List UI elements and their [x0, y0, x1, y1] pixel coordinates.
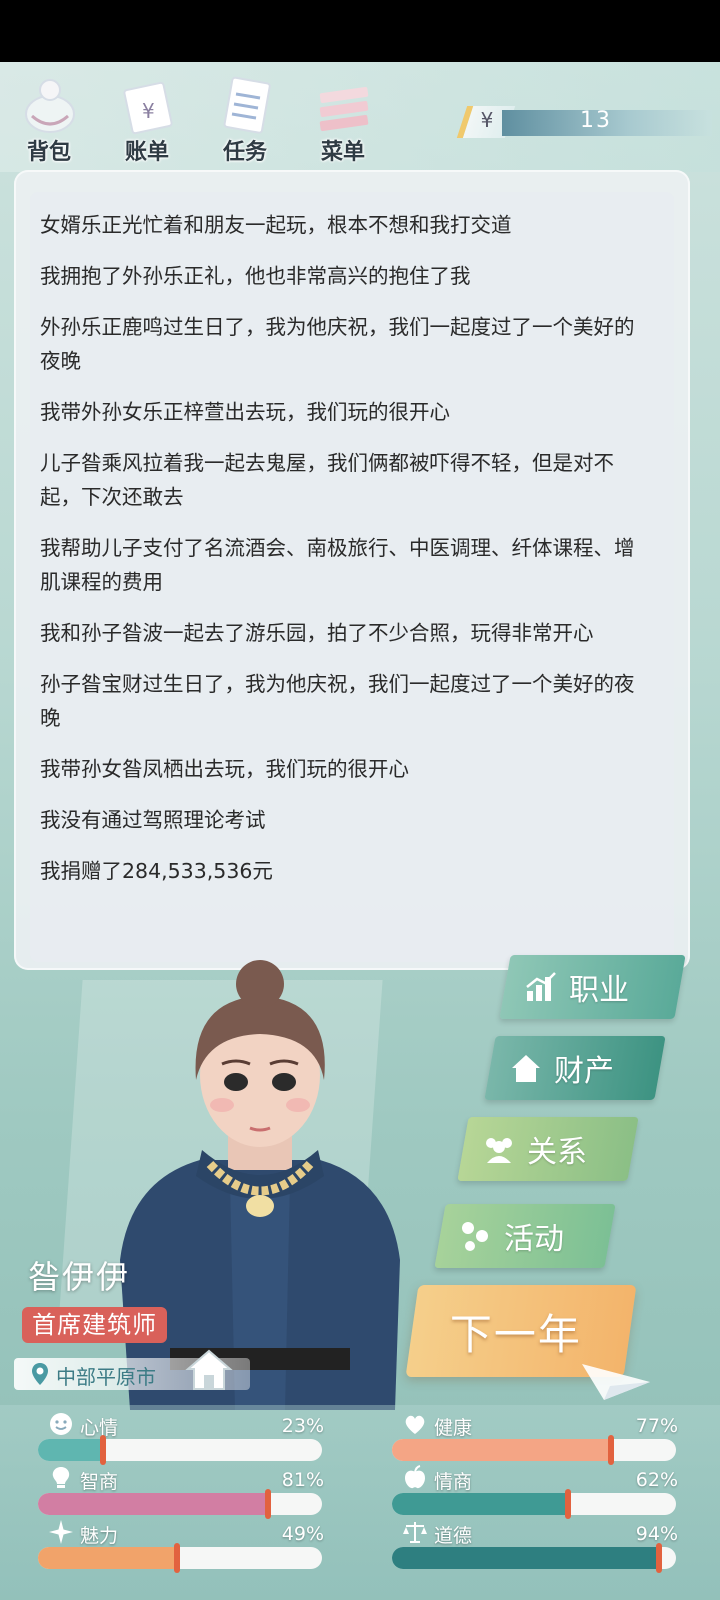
stat-bar-fill — [38, 1439, 104, 1461]
backpack-button[interactable]: 背包 — [4, 68, 94, 168]
relations-label: 关系 — [527, 1135, 587, 1170]
heart-icon — [405, 1415, 425, 1434]
stat-eq: 情商 62% — [392, 1465, 682, 1519]
backpack-label: 背包 — [26, 140, 71, 165]
bill-icon: ¥ — [123, 81, 173, 135]
scales-icon — [403, 1522, 427, 1543]
career-label: 职业 — [569, 973, 629, 1008]
event-log-list: 女婿乐正光忙着和朋友一起玩，根本不想和我打交道 我拥抱了外孙乐正礼，他也非常高兴… — [40, 208, 650, 905]
stat-label: 心情 — [80, 1417, 119, 1439]
log-entry: 我带孙女昝凤栖出去玩，我们玩的很开心 — [40, 757, 409, 781]
stat-value: 77% — [635, 1415, 678, 1437]
stat-bar-fill — [392, 1547, 659, 1569]
stat-bar — [38, 1493, 322, 1515]
chart-icon — [526, 972, 556, 1001]
stat-morality: 道德 94% — [392, 1519, 682, 1573]
activity-button[interactable]: 活动 — [434, 1204, 616, 1268]
stat-bar-marker — [655, 1543, 662, 1573]
stat-bar-fill — [38, 1547, 178, 1569]
location-text: 中部平原市 — [56, 1365, 156, 1389]
menu-label: 菜单 — [320, 140, 365, 165]
stat-bar-marker — [100, 1435, 107, 1465]
stat-bar-fill — [392, 1493, 569, 1515]
stat-health: 健康 77% — [392, 1411, 682, 1465]
backpack-icon — [25, 79, 75, 133]
sparkle-icon — [49, 1520, 73, 1544]
status-bar — [0, 0, 720, 62]
assets-label: 财产 — [554, 1054, 614, 1089]
stat-value: 81% — [281, 1469, 324, 1491]
stat-bar-marker — [607, 1435, 614, 1465]
task-icon — [223, 76, 271, 134]
log-entry: 我捐赠了284,533,536元 — [40, 859, 273, 883]
stat-value: 23% — [281, 1415, 324, 1437]
log-entry: 我和孙子昝波一起去了游乐园，拍了不少合照，玩得非常开心 — [40, 621, 594, 645]
log-entry: 我带外孙女乐正梓萱出去玩，我们玩的很开心 — [40, 400, 450, 424]
career-button[interactable]: 职业 — [499, 955, 686, 1019]
log-entry: 我帮助儿子支付了名流酒会、南极旅行、中医调理、纤体课程、增肌课程的费用 — [40, 536, 635, 594]
bill-label: 账单 — [124, 140, 169, 165]
stat-bar — [392, 1493, 676, 1515]
relations-button[interactable]: 关系 — [457, 1117, 639, 1181]
stat-bar — [38, 1439, 322, 1461]
apple-icon — [405, 1465, 425, 1489]
stat-intelligence: 智商 81% — [38, 1465, 328, 1519]
stat-value: 94% — [635, 1523, 678, 1545]
stat-bar-fill — [392, 1439, 611, 1461]
currency-symbol: ¥ — [480, 108, 494, 132]
activity-label: 活动 — [504, 1222, 564, 1257]
log-entry: 我拥抱了外孙乐正礼，他也非常高兴的抱住了我 — [40, 264, 471, 288]
stat-bar-marker — [174, 1543, 181, 1573]
smile-icon — [50, 1413, 72, 1435]
stats-panel: 心情 23% 健康 77% 智商 81% 情商 62% 魅力 49% 道德 94… — [0, 1405, 720, 1600]
house-icon — [512, 1055, 540, 1082]
menu-button[interactable]: 菜单 — [298, 68, 388, 168]
stat-charm: 魅力 49% — [38, 1519, 328, 1573]
stat-bar-marker — [565, 1489, 572, 1519]
stat-bar — [392, 1439, 676, 1461]
stat-label: 情商 — [434, 1471, 473, 1493]
stat-label: 健康 — [434, 1417, 473, 1439]
task-label: 任务 — [222, 140, 267, 165]
stat-value: 49% — [281, 1523, 324, 1545]
next-year-label: 下一年 — [449, 1310, 582, 1359]
top-menu: 背包 ¥ 账单 任务 菜单 ¥ 13 — [0, 62, 720, 172]
money-display: ¥ 13 — [456, 106, 712, 138]
people-icon — [486, 1138, 512, 1163]
stat-label: 道德 — [434, 1525, 473, 1547]
stat-label: 魅力 — [80, 1525, 119, 1547]
stat-bar-fill — [38, 1493, 269, 1515]
log-entry: 儿子昝乘风拉着我一起去鬼屋，我们俩都被吓得不轻，但是对不起，下次还敢去 — [40, 451, 614, 509]
log-entry: 女婿乐正光忙着和朋友一起玩，根本不想和我打交道 — [40, 213, 512, 237]
task-button[interactable]: 任务 — [200, 68, 290, 168]
stat-label: 智商 — [80, 1471, 119, 1493]
paper-plane-icon — [582, 1364, 650, 1400]
bill-button[interactable]: ¥ 账单 — [102, 68, 192, 168]
log-entry: 孙子昝宝财过生日了，我为他庆祝，我们一起度过了一个美好的夜晚 — [40, 672, 635, 730]
money-amount: 13 — [580, 108, 612, 133]
svg-text:¥: ¥ — [142, 99, 155, 123]
stat-bar — [392, 1547, 676, 1569]
menu-icon — [319, 86, 369, 132]
assets-button[interactable]: 财产 — [484, 1036, 666, 1100]
bulb-icon — [52, 1467, 70, 1488]
log-entry: 我没有通过驾照理论考试 — [40, 808, 266, 832]
event-log-panel[interactable]: 女婿乐正光忙着和朋友一起玩，根本不想和我打交道 我拥抱了外孙乐正礼，他也非常高兴… — [14, 170, 690, 970]
home-icon[interactable] — [184, 1345, 234, 1393]
log-entry: 外孙乐正鹿鸣过生日了，我为他庆祝，我们一起度过了一个美好的夜晚 — [40, 315, 635, 373]
character-name: 昝伊伊 — [28, 1258, 131, 1296]
location-pin-icon — [32, 1363, 48, 1385]
activity-icon — [462, 1222, 488, 1251]
character-title-badge: 首席建筑师 — [22, 1307, 167, 1343]
stat-value: 62% — [635, 1469, 678, 1491]
stat-mood: 心情 23% — [38, 1411, 328, 1465]
stat-bar-marker — [265, 1489, 272, 1519]
